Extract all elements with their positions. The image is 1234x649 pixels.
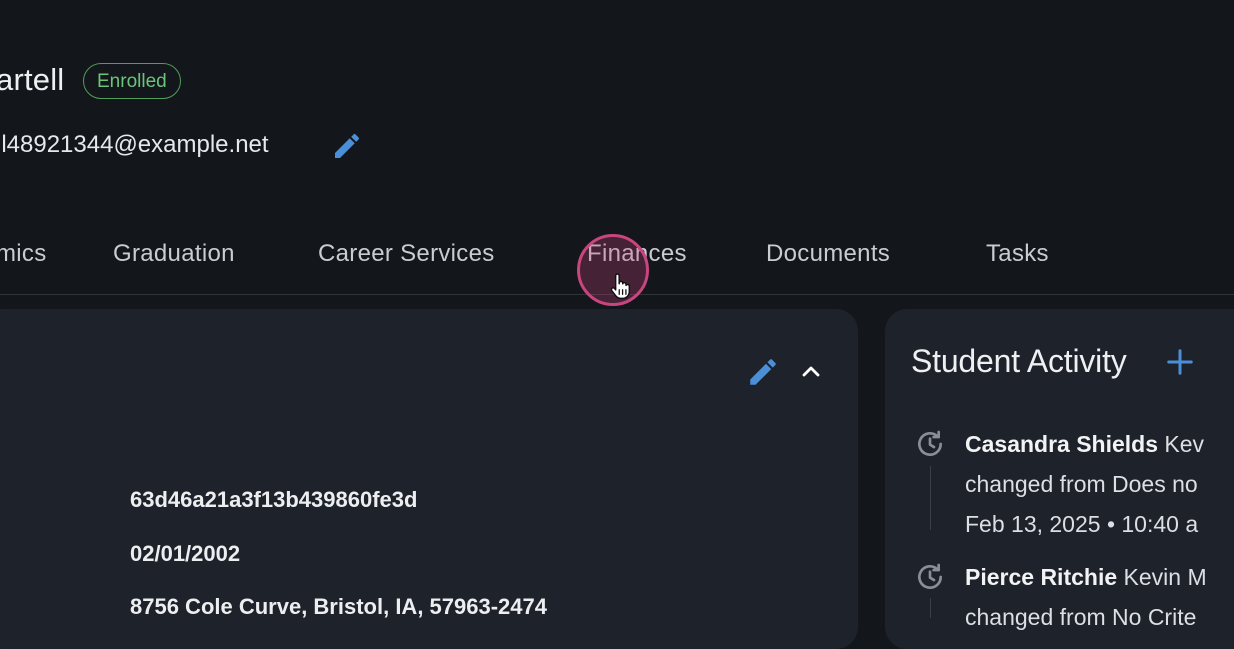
activity-item-line1: Pierce Ritchie Kevin M [965, 564, 1207, 591]
activity-summary: Kevin M [1123, 564, 1207, 590]
tab-academics[interactable]: mics [0, 240, 47, 268]
pencil-icon [750, 359, 776, 385]
activity-title: Student Activity [911, 343, 1127, 379]
activity-item-line2: changed from Does no [965, 471, 1198, 497]
activity-author: Pierce Ritchie [965, 564, 1118, 590]
history-icon [918, 563, 942, 589]
hand-pointer-icon [610, 273, 630, 300]
pencil-icon [335, 133, 360, 158]
plus-icon [1167, 349, 1193, 375]
add-activity-button[interactable] [1163, 344, 1197, 380]
activity-item-line1: Casandra Shields Kev [965, 431, 1204, 458]
tab-tasks[interactable]: Tasks [986, 240, 1049, 268]
date-of-birth-value: 02/01/2002 [130, 541, 241, 566]
status-badge: Enrolled [83, 63, 181, 99]
timeline-connector [930, 598, 931, 618]
timeline-connector [930, 466, 931, 530]
activity-timestamp: Feb 13, 2025 • 10:40 a [965, 511, 1199, 537]
history-icon [918, 430, 942, 456]
student-name: artell [0, 62, 65, 97]
chevron-up-icon [802, 366, 820, 377]
tab-documents[interactable]: Documents [766, 240, 890, 268]
edit-email-button[interactable] [329, 128, 365, 164]
collapse-details-button[interactable] [795, 356, 827, 388]
address-value: 8756 Cole Curve, Bristol, IA, 57963-2474 [130, 594, 547, 619]
student-email: ll48921344@example.net [0, 131, 269, 158]
edit-details-button[interactable] [745, 354, 781, 390]
tab-graduation[interactable]: Graduation [113, 240, 235, 268]
tab-career-services[interactable]: Career Services [318, 240, 495, 268]
activity-author: Casandra Shields [965, 431, 1159, 457]
student-id-value: 63d46a21a3f13b439860fe3d [130, 487, 418, 512]
activity-summary: Kev [1164, 431, 1205, 457]
